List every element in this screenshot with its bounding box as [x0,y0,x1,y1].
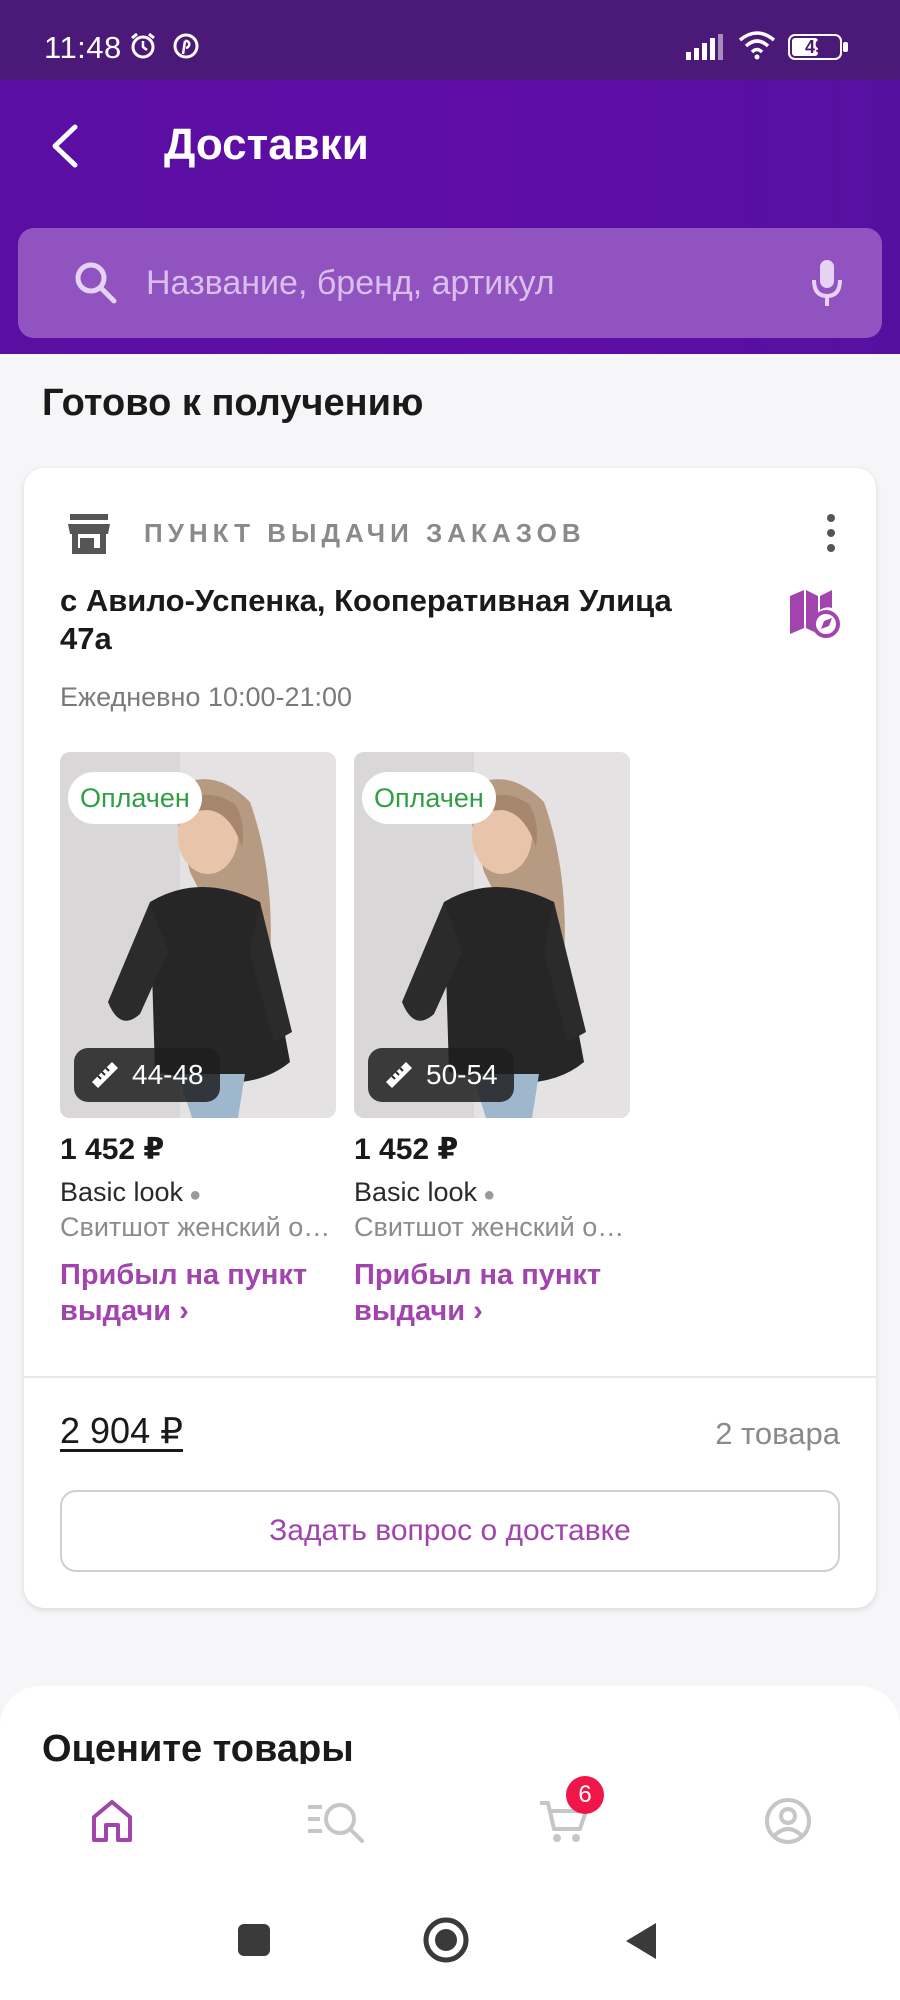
product-image[interactable]: Оплачен 50-54 [354,752,630,1118]
separator-dot: ● [483,1184,496,1206]
size-label: 50-54 [426,1059,498,1090]
home-icon [92,1800,132,1842]
status-bar: 11:48 49 [0,0,900,80]
product-description: Свитшот женский оверсайз [354,1212,630,1242]
product-price: 1 452 ₽ [60,1133,165,1166]
delivery-card: ПУНКТ ВЫДАЧИ ЗАКАЗОВ с Авило-Успенка, Ко… [24,468,876,1608]
alarm-icon [131,32,155,59]
cart-count-badge: 6 [566,1776,604,1814]
working-hours: Ежедневно 10:00-21:00 [60,682,353,712]
back-button[interactable] [40,116,88,176]
signal-icon [686,34,723,60]
profile-icon [765,1798,811,1844]
battery-icon: 49 [788,34,848,60]
home-circle-icon[interactable] [422,1916,470,1964]
arrow-left-icon [52,124,78,168]
search-icon [75,262,117,304]
pinterest-icon [173,33,199,59]
back-triangle-icon[interactable] [622,1920,662,1962]
brand-name: Basic look [60,1177,184,1207]
brand-name: Basic look [354,1177,478,1207]
nav-profile[interactable] [748,1786,828,1856]
delivery-status-link[interactable]: Прибыл на пункт выдачи › [354,1257,630,1329]
page-title: Доставки [164,120,369,169]
search-input[interactable]: Название, бренд, артикул [146,228,786,338]
paid-badge: Оплачен [362,772,496,824]
search-bar[interactable]: Название, бренд, артикул [18,228,882,338]
ruler-icon [386,1062,412,1088]
paid-badge: Оплачен [68,772,202,824]
size-label: 44-48 [132,1059,204,1090]
product-price: 1 452 ₽ [354,1133,459,1166]
product-card[interactable]: Оплачен 44-48 1 452 ₽ Basic look ● Свитшо… [60,752,336,1329]
product-image[interactable]: Оплачен 44-48 [60,752,336,1118]
bottom-navigation: 6 [0,1764,900,1884]
product-description: Свитшот женский оверсайз [60,1212,336,1242]
product-card[interactable]: Оплачен 50-54 1 452 ₽ Basic look ● Свитшо… [354,752,630,1329]
battery-level: 49 [804,36,826,57]
app-header: Доставки Название, бренд, артикул [0,80,900,354]
status-time: 11:48 [44,30,122,65]
items-count: 2 товара [715,1416,840,1451]
order-total[interactable]: 2 904 ₽ [60,1410,183,1452]
ask-about-delivery-button[interactable]: Задать вопрос о доставке [60,1490,840,1572]
microphone-icon[interactable] [810,258,844,308]
wifi-icon [738,31,776,60]
size-badge: 50-54 [368,1048,514,1102]
nav-home[interactable] [72,1786,152,1856]
map-navigation-icon[interactable] [788,588,840,640]
catalog-search-icon [308,1803,364,1843]
nav-catalog[interactable] [296,1786,376,1856]
divider [24,1376,876,1378]
product-brand: Basic look ● [354,1177,630,1208]
nav-cart[interactable]: 6 [524,1776,604,1856]
system-navigation-bar [0,1884,900,2000]
size-badge: 44-48 [74,1048,220,1102]
pickup-address: с Авило-Успенка, Кооперативная Улица 47а [60,583,672,656]
recent-apps-icon[interactable] [234,1920,274,1960]
delivery-status-link[interactable]: Прибыл на пункт выдачи › [60,1257,336,1329]
section-title: Готово к получению [42,382,424,424]
product-brand: Basic look ● [60,1177,336,1208]
more-options-button[interactable] [816,508,846,558]
ruler-icon [92,1062,118,1088]
store-icon [68,514,110,554]
separator-dot: ● [189,1184,202,1206]
pickup-point-label: ПУНКТ ВЫДАЧИ ЗАКАЗОВ [144,518,586,548]
